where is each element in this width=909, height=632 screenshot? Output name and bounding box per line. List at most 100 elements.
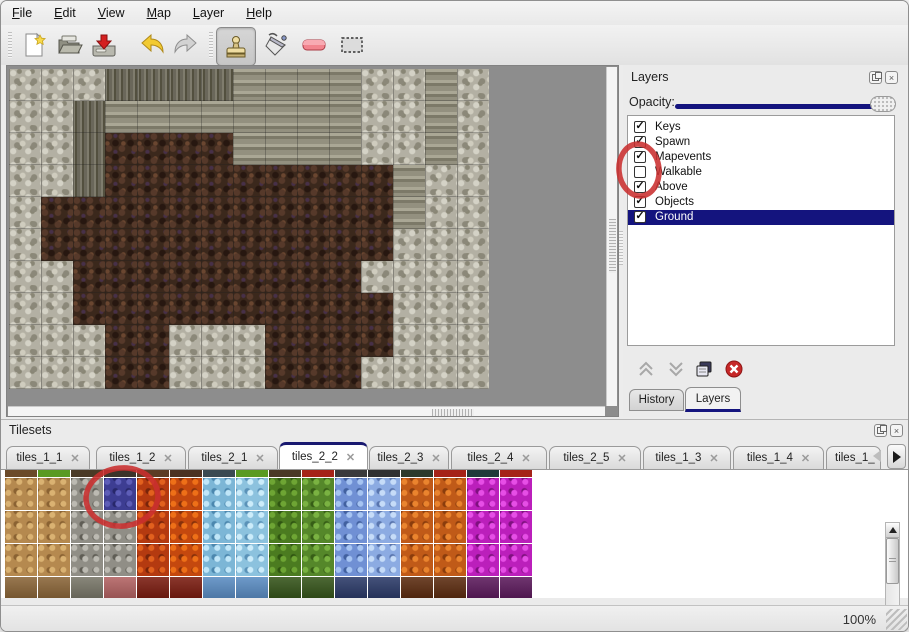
tileset-tab-tiles_2_1[interactable]: tiles_2_1✕ [188, 446, 278, 470]
map-tile-dirt-floor[interactable] [329, 325, 361, 357]
map-canvas[interactable] [9, 69, 489, 389]
map-tile-knit-cliff[interactable] [201, 101, 233, 133]
map-tile-light-rock[interactable] [393, 69, 425, 101]
map-tile-dirt-floor[interactable] [361, 229, 393, 261]
delete-layer-button[interactable] [723, 358, 745, 380]
map-tile-dirt-floor[interactable] [169, 293, 201, 325]
map-tile-knit-cliff[interactable] [233, 69, 265, 101]
menu-map[interactable]: Map [136, 1, 182, 25]
tileset-tile-orange-bubbles[interactable] [401, 544, 433, 576]
opacity-slider-track[interactable] [675, 104, 883, 109]
undo-button[interactable] [137, 29, 167, 61]
objects-visibility-checkbox[interactable]: ✓ [634, 196, 646, 208]
map-tile-dirt-floor[interactable] [265, 197, 297, 229]
tileset-tile-partial[interactable] [500, 470, 532, 477]
tab-scroll-left-button[interactable] [873, 450, 881, 462]
tileset-tile-partial[interactable] [236, 470, 268, 477]
tileset-tile-tan-pebbles[interactable] [5, 511, 37, 543]
map-tile-light-rock[interactable] [9, 261, 41, 293]
tileset-tile-blue-crystal[interactable] [335, 544, 367, 576]
tileset-tile-selected[interactable] [104, 478, 136, 510]
tileset-tab-tiles_1_2[interactable]: tiles_1_2✕ [96, 446, 186, 470]
map-vertical-scrollbar-thumb[interactable] [609, 219, 616, 273]
tileset-tab-tiles_2_2[interactable]: tiles_2_2✕ [279, 442, 368, 470]
tileset-tile-partial[interactable] [137, 577, 169, 598]
map-tile-knit-cliff[interactable] [329, 69, 361, 101]
open-map-button[interactable] [55, 29, 85, 61]
map-tile-dirt-floor[interactable] [297, 325, 329, 357]
tab-history[interactable]: History [629, 389, 684, 411]
map-tile-dirt-floor[interactable] [105, 229, 137, 261]
tileset-tab-tiles_1_3[interactable]: tiles_1_3✕ [643, 446, 731, 470]
map-tile-light-rock[interactable] [393, 133, 425, 165]
map-tile-light-rock[interactable] [41, 357, 73, 389]
map-tile-light-rock[interactable] [393, 325, 425, 357]
map-tile-knit-cliff[interactable] [393, 165, 425, 197]
map-tile-light-rock[interactable] [73, 357, 105, 389]
menu-layer[interactable]: Layer [182, 1, 235, 25]
map-tile-light-rock[interactable] [425, 357, 457, 389]
spawn-visibility-checkbox[interactable]: ✓ [634, 136, 646, 148]
map-tile-dirt-floor[interactable] [137, 293, 169, 325]
tileset-tile-lava-rock[interactable] [170, 544, 202, 576]
tab-close-icon[interactable]: ✕ [801, 452, 810, 465]
map-tile-light-rock[interactable] [425, 293, 457, 325]
tileset-tile-partial[interactable] [5, 577, 37, 598]
map-tile-light-rock[interactable] [457, 229, 489, 261]
map-tile-dirt-floor[interactable] [265, 325, 297, 357]
menu-help[interactable]: Help [235, 1, 283, 25]
tileset-tile-partial[interactable] [368, 470, 400, 477]
tileset-tile-gray-scales[interactable] [71, 544, 103, 576]
map-tile-light-rock[interactable] [169, 357, 201, 389]
map-tile-light-rock[interactable] [201, 325, 233, 357]
map-tile-light-rock[interactable] [457, 357, 489, 389]
tileset-tile-orange-bubbles[interactable] [434, 511, 466, 543]
rect-select-tool-button[interactable] [337, 29, 367, 61]
map-tile-dirt-floor[interactable] [169, 133, 201, 165]
tileset-tab-tiles_2_4[interactable]: tiles_2_4✕ [451, 446, 547, 470]
tileset-tile-partial[interactable] [203, 577, 235, 598]
fill-tool-button[interactable] [261, 29, 291, 61]
map-tile-dirt-floor[interactable] [329, 229, 361, 261]
map-tile-dirt-floor[interactable] [73, 229, 105, 261]
tileset-tile-ice[interactable] [203, 511, 235, 543]
map-tile-dirt-floor[interactable] [137, 133, 169, 165]
tileset-tile-partial[interactable] [434, 470, 466, 477]
tileset-tile-magenta-scales[interactable] [467, 511, 499, 543]
map-tile-light-rock[interactable] [361, 69, 393, 101]
map-tile-dirt-floor[interactable] [41, 197, 73, 229]
tileset-tile-lava-rock[interactable] [137, 511, 169, 543]
map-tile-light-rock[interactable] [457, 261, 489, 293]
map-tile-dirt-floor[interactable] [297, 357, 329, 389]
tileset-tile-partial[interactable] [5, 470, 37, 477]
tileset-tile-magenta-scales[interactable] [500, 544, 532, 576]
map-tile-dirt-floor[interactable] [169, 197, 201, 229]
tileset-tile-magenta-scales[interactable] [500, 511, 532, 543]
map-tile-light-rock[interactable] [73, 325, 105, 357]
tileset-tile-blue-crystal[interactable] [368, 511, 400, 543]
map-tile-dirt-floor[interactable] [73, 197, 105, 229]
map-tile-dirt-floor[interactable] [73, 293, 105, 325]
map-tile-knit-cliff[interactable] [137, 101, 169, 133]
map-tile-light-rock[interactable] [425, 197, 457, 229]
map-tile-dirt-floor[interactable] [105, 133, 137, 165]
menu-edit[interactable]: Edit [43, 1, 87, 25]
map-tile-knit-cliff[interactable] [329, 133, 361, 165]
map-horizontal-scrollbar-thumb[interactable] [432, 409, 474, 416]
map-tile-dirt-floor[interactable] [73, 261, 105, 293]
layer-row-mapevents[interactable]: ✓Mapevents [628, 150, 894, 165]
map-tile-light-rock[interactable] [9, 293, 41, 325]
map-tile-light-rock[interactable] [233, 325, 265, 357]
map-tile-dirt-floor[interactable] [233, 229, 265, 261]
tileset-tile-gray-scales[interactable] [104, 511, 136, 543]
tileset-tile-green-vines[interactable] [302, 478, 334, 510]
map-tile-dark-cliff-face[interactable] [137, 69, 169, 101]
map-tile-dirt-floor[interactable] [361, 293, 393, 325]
map-tile-dirt-floor[interactable] [361, 165, 393, 197]
tileset-tile-partial[interactable] [71, 470, 103, 477]
map-tile-dirt-floor[interactable] [297, 229, 329, 261]
map-tile-light-rock[interactable] [457, 325, 489, 357]
tileset-tile-partial[interactable] [38, 470, 70, 477]
map-tile-light-rock[interactable] [169, 325, 201, 357]
map-tile-dirt-floor[interactable] [329, 165, 361, 197]
